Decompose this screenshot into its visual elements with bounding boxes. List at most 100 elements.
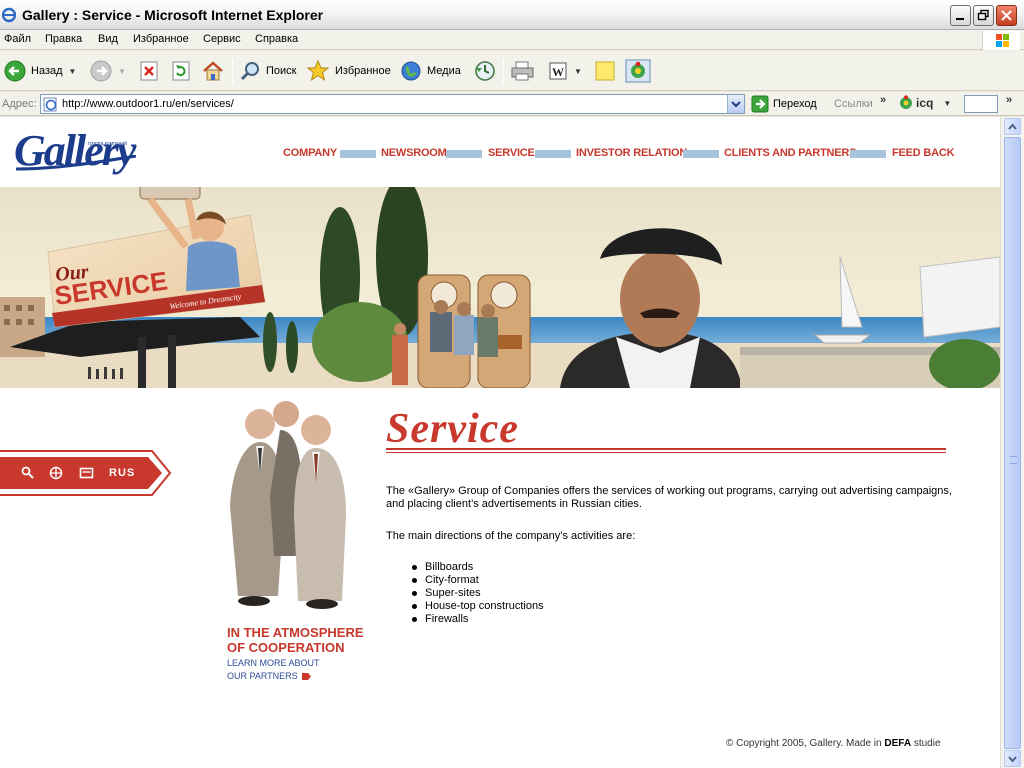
list-item: Billboards [412,561,544,574]
media-button[interactable]: Медиа [400,58,461,84]
language-tools-bar: RUS [0,449,172,497]
menu-bar: Файл Правка Вид Избранное Сервис Справка [0,30,1024,50]
stop-button[interactable] [139,58,159,84]
chevron-down-icon[interactable]: ▼ [69,67,77,76]
favorites-button[interactable]: Избранное [306,58,391,84]
address-url: http://www.outdoor1.ru/en/services/ [62,98,234,110]
menu-view[interactable]: Вид [98,33,118,45]
go-label: Переход [773,98,817,110]
promo-line-4[interactable]: OUR PARTNERS [227,670,364,683]
word-document-icon: W [549,62,567,80]
scroll-thumb[interactable] [1004,137,1021,749]
close-button[interactable] [996,5,1017,26]
page-icon [43,97,57,112]
menu-help[interactable]: Справка [255,33,298,45]
partners-promo[interactable]: IN THE ATMOSPHERE OF COOPERATION LEARN M… [227,625,364,683]
search-button[interactable]: Поиск [239,58,296,84]
minimize-icon [956,18,964,20]
toolbar-chevron-icon[interactable]: » [1006,94,1012,106]
media-label: Медиа [427,65,461,77]
logo-swoosh-icon [15,155,137,171]
icq-toolbar-button[interactable] [625,58,651,84]
chevron-down-icon[interactable]: ▼ [574,67,582,76]
main-nav: COMPANY NEWSROOM SERVICE INVESTOR RELATI… [283,147,955,161]
sitemap-globe-icon[interactable] [49,466,63,480]
stop-icon [140,61,158,81]
partners-photo [230,401,346,609]
forward-arrow-icon [90,60,112,82]
studio-suffix: studie [913,738,941,749]
links-label[interactable]: Ссылки [834,98,873,110]
language-rus-link[interactable]: RUS [109,467,135,479]
promo-line-2: OF COOPERATION [227,640,345,655]
scroll-down-button[interactable] [1004,750,1021,767]
promo-partners-link[interactable]: OUR PARTNERS [227,670,298,683]
svg-text:W: W [552,65,564,79]
minimize-button[interactable] [950,5,971,26]
footer-copyright: © Copyright 2005, Gallery. Made in DEFA … [726,738,941,749]
mail-icon[interactable] [79,466,94,480]
icq-button[interactable]: icq ▼ [898,95,951,111]
edit-word-button[interactable]: W ▼ [548,58,582,84]
logo-tagline: группа компаний [88,141,127,147]
address-input[interactable]: http://www.outdoor1.ru/en/services/ [40,94,745,114]
nav-investor-relation[interactable]: INVESTOR RELATION [576,147,687,159]
icq-label: icq [916,96,934,110]
ie-icon [2,7,16,23]
chevron-down-icon[interactable]: ▼ [118,67,126,76]
refresh-icon [172,61,190,81]
hero-banner: Our SERVICE Welcome to Dreamcity [0,187,1000,388]
icq-search-input[interactable] [964,95,998,113]
links-chevron-icon[interactable]: » [880,94,886,106]
search-icon [240,62,259,81]
scroll-up-button[interactable] [1004,118,1021,135]
directions-heading: The main directions of the company’s act… [386,530,636,542]
search-icon[interactable] [21,466,35,480]
menu-tools[interactable]: Сервис [203,33,241,45]
chevron-down-icon[interactable]: ▼ [943,99,951,108]
nav-newsroom[interactable]: NEWSROOM [381,147,447,159]
forward-button[interactable]: ▼ [90,58,126,84]
home-button[interactable] [201,58,225,84]
browser-window: Gallery : Service - Microsoft Internet E… [0,0,1024,768]
page-title: Service [386,406,519,452]
menu-file[interactable]: Файл [4,33,31,45]
services-list: Billboards City-format Super-sites House… [412,561,544,626]
home-icon [203,61,223,81]
intro-paragraph: The «Gallery» Group of Companies offers … [386,485,952,510]
notes-button[interactable] [594,58,616,84]
address-dropdown-button[interactable] [727,95,744,113]
vertical-scrollbar[interactable] [1000,117,1024,768]
chevron-up-icon [1008,123,1017,130]
studio-link[interactable]: DEFA [884,738,911,749]
nav-company[interactable]: COMPANY [283,147,337,159]
title-bar[interactable]: Gallery : Service - Microsoft Internet E… [0,0,1024,30]
promo-line-3[interactable]: LEARN MORE ABOUT [227,657,364,670]
arrow-right-icon [301,673,311,680]
print-button[interactable] [510,58,536,84]
history-icon [475,61,495,81]
menu-edit[interactable]: Правка [45,33,82,45]
address-label: Адрес: [2,98,37,110]
back-button[interactable]: Назад ▼ [4,58,76,84]
refresh-button[interactable] [171,58,191,84]
windows-logo [982,31,1020,50]
back-arrow-icon [4,60,26,82]
restore-icon [977,9,989,21]
nav-clients-and-partners[interactable]: CLIENTS AND PARTNERS [724,147,856,159]
favorites-label: Избранное [335,65,391,77]
window-title: Gallery : Service - Microsoft Internet E… [22,7,324,23]
menu-favorites[interactable]: Избранное [133,33,189,45]
chevron-down-icon [731,101,741,108]
history-button[interactable] [473,58,497,84]
nav-feed-back[interactable]: FEED BACK [892,147,955,159]
restore-button[interactable] [973,5,994,26]
promo-line-1: IN THE ATMOSPHERE [227,625,364,640]
star-icon [306,60,330,82]
back-label: Назад [31,65,63,77]
nav-service[interactable]: SERVICE [488,147,535,159]
go-button[interactable]: Переход [751,95,817,113]
list-item: City-format [412,574,544,587]
banner-collage: Our SERVICE Welcome to Dreamcity [0,187,1000,388]
icq-flower-icon [625,59,651,83]
